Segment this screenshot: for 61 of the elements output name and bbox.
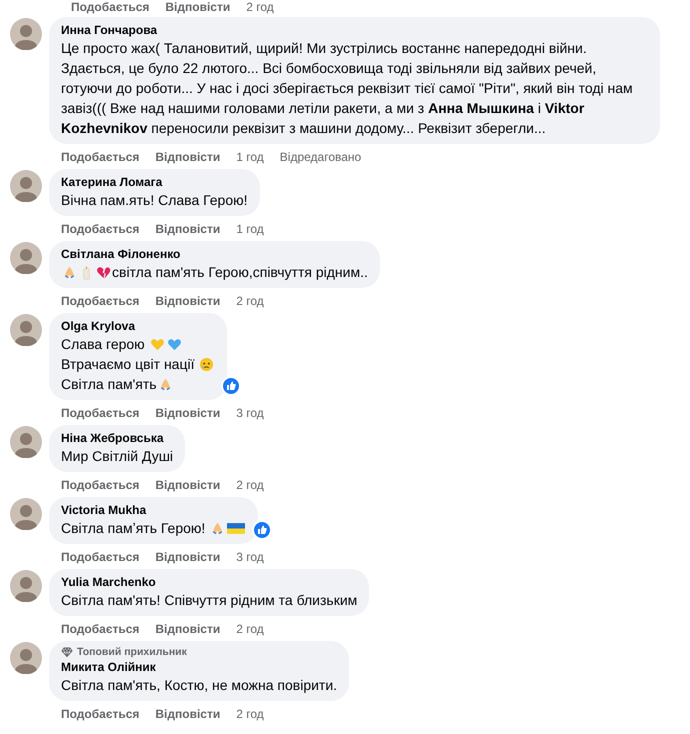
- author-name[interactable]: Olga Krylova: [61, 318, 216, 334]
- like-link[interactable]: Подобається: [71, 0, 150, 14]
- author-name[interactable]: Світлана Філоненко: [61, 246, 368, 262]
- avatar[interactable]: [10, 426, 42, 458]
- like-reaction-icon[interactable]: [252, 520, 272, 540]
- avatar[interactable]: [10, 314, 42, 346]
- author-name[interactable]: Ніна Жебровська: [61, 430, 174, 446]
- edited-label: Відредаговано: [280, 150, 362, 164]
- author-name[interactable]: Микита Олійник: [61, 659, 338, 675]
- avatar[interactable]: [10, 498, 42, 530]
- like-link[interactable]: Подобається: [61, 294, 140, 308]
- comment-text: Слава герою: [61, 335, 146, 354]
- like-link[interactable]: Подобається: [61, 622, 140, 636]
- comment-time: 3 год: [236, 550, 264, 564]
- reply-link[interactable]: Відповісти: [155, 478, 220, 492]
- reply-link[interactable]: Відповісти: [155, 550, 220, 564]
- reply-link[interactable]: Відповісти: [155, 294, 220, 308]
- avatar[interactable]: [10, 642, 42, 674]
- comment-text: Це просто жах( Талановитий, щирий! Ми зустрілись востаннє напередодні війни. Здається, це було 22 лютого... Всі бомбосховища тоді звільняли від зайвих речей, готуючи до роботи... У нас і досі зберігається реквізит тієї самої "Ріти", який він тоді нам завіз((( Вже над нашими головами летіли ракети, а ми з Анна Мышкина і Viktor Kozhevnikov переносили реквізит з машини додому... Реквізит зберегли...: [61, 39, 634, 138]
- comment-text: Світла пам'ять: [61, 375, 157, 394]
- comment-text: Втрачаємо цвіт нації: [61, 355, 196, 374]
- like-link[interactable]: Подобається: [61, 406, 140, 420]
- like-link[interactable]: Подобається: [61, 478, 140, 492]
- comment-time: 2 год: [236, 622, 264, 636]
- broken-heart-icon: [96, 264, 111, 280]
- comment-time: 2 год: [236, 478, 264, 492]
- sad-face-icon: [199, 356, 214, 372]
- reply-link[interactable]: Відповісти: [155, 406, 220, 420]
- comment-text: Мир Світлій Душі: [61, 447, 174, 466]
- avatar[interactable]: [10, 18, 42, 50]
- like-link[interactable]: Подобається: [61, 150, 140, 164]
- comment-time: 2 год: [246, 0, 274, 14]
- reply-link[interactable]: Відповісти: [155, 222, 220, 236]
- author-name[interactable]: Инна Гончарова: [61, 22, 648, 38]
- flag-icon: [227, 520, 246, 536]
- comment-time: 1 год: [236, 222, 264, 236]
- reply-link[interactable]: Відповісти: [165, 0, 230, 14]
- author-name[interactable]: Victoria Mukha: [61, 502, 246, 518]
- comment-time: 2 год: [236, 294, 264, 308]
- comment-text: Світла пам'ять, Костю, не можна повірити.: [61, 676, 338, 695]
- reply-link[interactable]: Відповісти: [155, 150, 220, 164]
- comment-text: світла пам'ять Герою,співчуття рідним..: [112, 263, 368, 282]
- comment-text: Світла памʼять Герою!: [61, 519, 206, 538]
- author-name[interactable]: Yulia Marchenko: [61, 574, 358, 590]
- avatar[interactable]: [10, 242, 42, 274]
- avatar[interactable]: [10, 570, 42, 602]
- like-link[interactable]: Подобається: [61, 707, 140, 721]
- fan-label: Топовий прихильник: [77, 646, 187, 658]
- comment-text: Світла пам'ять! Співчуття рідним та близьким: [61, 591, 358, 610]
- diamond-icon: [61, 647, 73, 657]
- like-link[interactable]: Подобається: [61, 550, 140, 564]
- comment-time: 2 год: [236, 707, 264, 721]
- avatar[interactable]: [10, 170, 42, 202]
- like-link[interactable]: Подобається: [61, 222, 140, 236]
- comment-time: 1 год: [236, 150, 264, 164]
- reply-link[interactable]: Відповісти: [155, 622, 220, 636]
- like-reaction-icon[interactable]: [221, 376, 242, 396]
- comment-text: Вічна пам.ять! Слава Герою!: [61, 191, 248, 210]
- reply-link[interactable]: Відповісти: [155, 707, 220, 721]
- comment-time: 3 год: [236, 406, 264, 420]
- author-name[interactable]: Катерина Ломага: [61, 174, 248, 190]
